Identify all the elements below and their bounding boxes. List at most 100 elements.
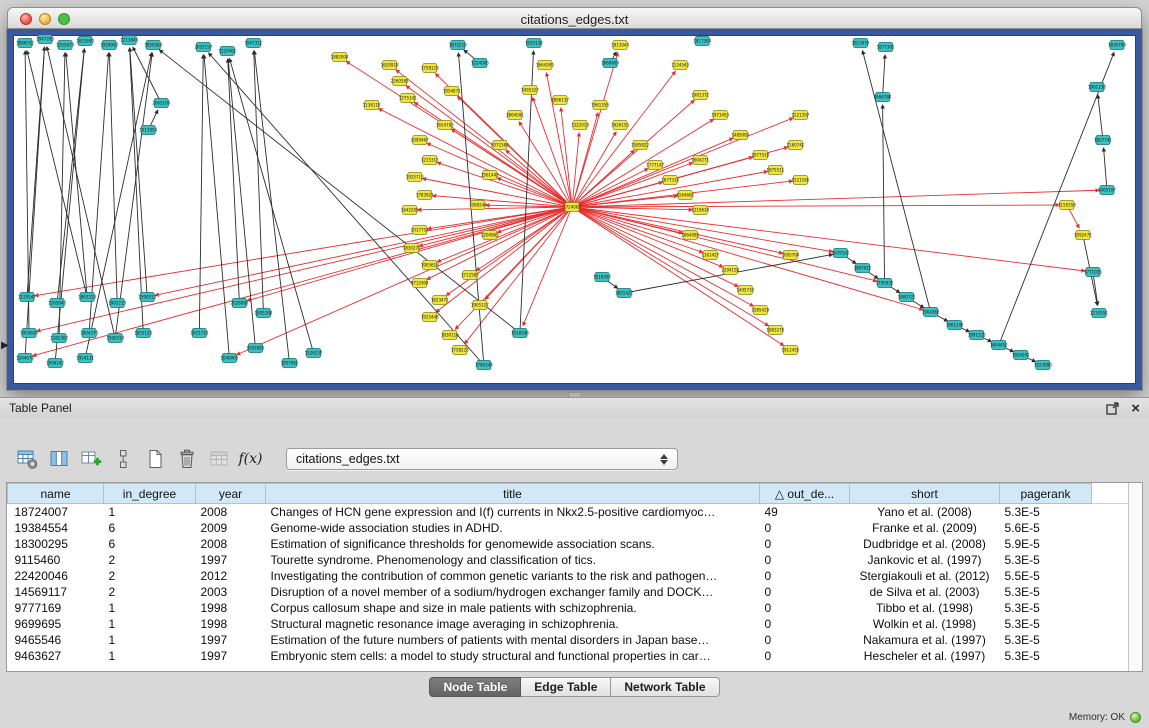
table-cell[interactable]: Yano et al. (2008)	[850, 504, 1000, 520]
graph-node[interactable]: 2052157	[194, 43, 212, 52]
graph-node[interactable]: 1961358	[591, 101, 609, 110]
graph-node[interactable]: 2026080	[230, 299, 248, 308]
graph-node[interactable]: 1654783	[436, 121, 454, 130]
graph-node[interactable]: 1777147	[646, 161, 664, 170]
graph-node[interactable]: 1712904	[411, 279, 429, 288]
graph-node[interactable]: 1651733	[190, 329, 208, 338]
graph-node[interactable]: 1886532	[16, 39, 34, 48]
column-header[interactable]: in_degree	[104, 484, 196, 504]
table-cell[interactable]: 5.3E-5	[1000, 632, 1092, 648]
table-cell[interactable]: 5.3E-5	[1000, 616, 1092, 632]
graph-node[interactable]: 1724007	[563, 203, 581, 212]
table-cell[interactable]: Tourette syndrome. Phenomenology and cla…	[266, 552, 760, 568]
graph-node[interactable]: 1210634	[691, 206, 709, 215]
graph-node[interactable]: 1822690	[76, 37, 94, 46]
table-cell[interactable]: 9777169	[8, 600, 104, 616]
graph-node[interactable]: 1210551	[1090, 309, 1108, 318]
graph-node[interactable]: 1712583	[461, 271, 479, 280]
graph-node[interactable]: 1604271	[691, 156, 709, 165]
add-column-button[interactable]	[76, 446, 105, 473]
table-cell[interactable]: 1997	[196, 552, 266, 568]
graph-node[interactable]: 1830116	[441, 331, 459, 340]
graph-node[interactable]: 1954111	[76, 354, 94, 363]
table-cell[interactable]: 18724007	[8, 504, 104, 520]
table-cell[interactable]: 0	[760, 520, 850, 536]
graph-node[interactable]: 1521160	[791, 176, 809, 185]
zoom-window-button[interactable]	[58, 13, 70, 25]
table-cell[interactable]: 9463627	[8, 648, 104, 664]
show-columns-button[interactable]	[44, 446, 73, 473]
table-cell[interactable]: 0	[760, 648, 850, 664]
graph-node[interactable]: 1495733	[736, 286, 754, 295]
table-cell[interactable]: Wolkin et al. (1998)	[850, 616, 1000, 632]
network-canvas[interactable]: 1724007 1882004 1620918 2260583 1275141 11361…	[13, 35, 1136, 384]
table-row[interactable]: 1830029562008Estimation of significance …	[8, 536, 1129, 552]
table-cell[interactable]: 5.6E-5	[1000, 520, 1092, 536]
graph-node[interactable]: 1626153	[611, 121, 629, 130]
graph-node[interactable]: 1264670	[16, 354, 34, 363]
graph-node[interactable]: 2260583	[391, 77, 409, 86]
graph-node[interactable]: 1795932	[876, 279, 894, 288]
graph-node[interactable]: 1092471	[1074, 231, 1092, 240]
graph-node[interactable]: 1853120	[134, 329, 152, 338]
graph-node[interactable]: 1205874	[56, 41, 74, 50]
graph-node[interactable]: 1864085	[681, 231, 699, 240]
graph-node[interactable]: 1882004	[331, 53, 349, 62]
delete-table-button[interactable]	[172, 446, 201, 473]
table-cell[interactable]: 5.3E-5	[1000, 600, 1092, 616]
graph-node[interactable]: 1903604	[20, 329, 38, 338]
graph-node[interactable]: 1905618	[421, 261, 439, 270]
table-selector-dropdown[interactable]: citations_edges.txt	[286, 448, 678, 470]
graph-node[interactable]: 1136118	[363, 101, 381, 110]
table-cell[interactable]: Investigating the contribution of common…	[266, 568, 760, 584]
tab-node-table[interactable]: Node Table	[429, 677, 521, 697]
graph-node[interactable]: 1590513	[138, 293, 156, 302]
table-cell[interactable]: 18300295	[8, 536, 104, 552]
graph-node[interactable]: 1813074	[852, 39, 870, 48]
graph-node[interactable]: 1561442	[481, 171, 499, 180]
graph-node[interactable]: 1664509	[536, 61, 554, 70]
close-panel-icon[interactable]: ×	[1131, 402, 1140, 415]
graph-node[interactable]: 1827741	[1094, 136, 1112, 145]
table-cell[interactable]: 6	[104, 536, 196, 552]
graph-node[interactable]: 1925713	[406, 173, 424, 182]
window-titlebar[interactable]: citations_edges.txt	[7, 7, 1142, 31]
table-cell[interactable]: Hescheler et al. (1997)	[850, 648, 1000, 664]
column-header[interactable]: name	[8, 484, 104, 504]
graph-node[interactable]: 1896137	[551, 96, 569, 105]
graph-node[interactable]: 1511954	[139, 126, 157, 135]
graph-node[interactable]: 1877301	[877, 43, 895, 52]
table-cell[interactable]: 2008	[196, 536, 266, 552]
column-header[interactable]: title	[266, 484, 760, 504]
table-row[interactable]: 977716911998Corpus callosum shape and si…	[8, 600, 1129, 616]
table-cell[interactable]: Embryonic stem cells: a model to study s…	[266, 648, 760, 664]
graph-node[interactable]: 1275141	[399, 94, 417, 103]
table-cell[interactable]: 5.3E-5	[1000, 552, 1092, 568]
function-builder-button[interactable]: f(x)	[236, 446, 265, 473]
graph-node[interactable]: 1046903	[220, 354, 238, 363]
graph-node[interactable]: 1800722	[898, 293, 916, 302]
table-row[interactable]: 1872400712008Changes of HCN gene express…	[8, 504, 1129, 520]
graph-node[interactable]: 1859384	[144, 41, 162, 50]
graph-node[interactable]: 1604452	[990, 341, 1008, 350]
graph-node[interactable]: 1642205	[401, 206, 419, 215]
table-options-button[interactable]	[12, 446, 41, 473]
table-row[interactable]: 1938455462009Genome-wide association stu…	[8, 520, 1129, 536]
graph-node[interactable]: 1891225	[968, 331, 986, 340]
graph-node[interactable]: 1593124	[525, 39, 543, 48]
graph-node[interactable]: 2065109	[152, 99, 170, 108]
table-cell[interactable]: 49	[760, 504, 850, 520]
graph-node[interactable]: 1877518	[751, 151, 769, 160]
table-cell[interactable]: 9465546	[8, 632, 104, 648]
table-cell[interactable]: 5.3E-5	[1000, 504, 1092, 520]
table-row[interactable]: 946362711997Embryonic stem cells: a mode…	[8, 648, 1129, 664]
graph-node[interactable]: 1875219	[449, 41, 467, 50]
tab-edge-table[interactable]: Edge Table	[521, 677, 611, 697]
graph-node[interactable]: 1901238	[1088, 83, 1106, 92]
graph-node[interactable]: 1620918	[381, 61, 399, 70]
table-cell[interactable]: 19384554	[8, 520, 104, 536]
graph-node[interactable]: 1181302	[50, 334, 68, 343]
graph-node[interactable]: 1213844	[120, 36, 138, 45]
table-cell[interactable]: 0	[760, 584, 850, 600]
import-table-button[interactable]	[204, 446, 233, 473]
